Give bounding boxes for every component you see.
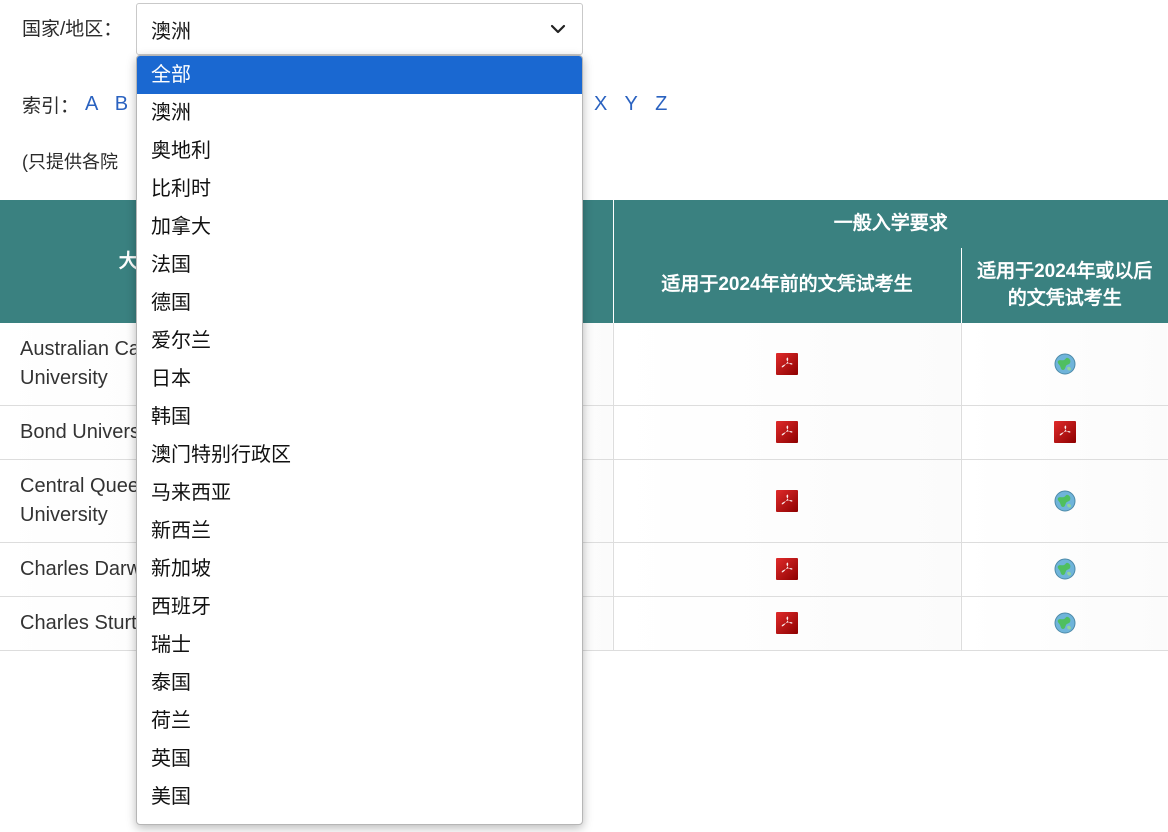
country-select[interactable]: 澳洲 [136, 3, 583, 55]
pdf-icon[interactable] [776, 557, 798, 581]
table-note: (只提供各院 [22, 152, 118, 172]
globe-icon[interactable] [1053, 352, 1077, 376]
pdf-icon[interactable] [1053, 420, 1076, 444]
cell-pre-2024[interactable] [613, 542, 962, 597]
globe-icon[interactable] [1053, 611, 1077, 635]
country-select-value: 澳洲 [151, 20, 191, 43]
cell-pre-2024[interactable] [613, 459, 962, 543]
dropdown-option[interactable]: 美国 [137, 778, 582, 816]
dropdown-option[interactable]: 瑞士 [137, 626, 582, 664]
index-label: 索引： [22, 95, 80, 117]
dropdown-option[interactable]: 爱尔兰 [137, 322, 582, 360]
dropdown-option[interactable]: 日本 [137, 360, 582, 398]
pdf-icon[interactable] [776, 352, 798, 376]
dropdown-option[interactable]: 新西兰 [137, 512, 582, 550]
dropdown-option[interactable]: 法国 [137, 246, 582, 284]
globe-icon[interactable] [1053, 489, 1077, 513]
cell-from-2024[interactable] [961, 596, 1168, 651]
dropdown-option[interactable]: 荷兰 [137, 702, 582, 740]
cell-from-2024[interactable] [961, 322, 1168, 406]
country-filter-label: 国家/地区： [22, 19, 123, 40]
th-from-2024: 适用于2024年或以后的文凭试考生 [960, 247, 1168, 323]
dropdown-option[interactable]: 新加坡 [137, 550, 582, 588]
chevron-down-icon[interactable] [548, 19, 568, 39]
index-letters-left[interactable]: A B [85, 93, 134, 116]
dropdown-option[interactable]: 澳洲 [137, 94, 582, 132]
dropdown-option[interactable]: 比利时 [137, 170, 582, 208]
dropdown-option[interactable]: 韩国 [137, 398, 582, 436]
th-pre-2024: 适用于2024年前的文凭试考生 [612, 247, 962, 323]
index-letters-right[interactable]: X Y Z [594, 93, 673, 116]
pdf-icon[interactable] [776, 611, 798, 635]
dropdown-option[interactable]: 西班牙 [137, 588, 582, 626]
dropdown-option[interactable]: 加拿大 [137, 208, 582, 246]
cell-pre-2024[interactable] [613, 405, 962, 460]
dropdown-option[interactable]: 泰国 [137, 664, 582, 702]
dropdown-option[interactable]: 奥地利 [137, 132, 582, 170]
country-filter-row: 国家/地区： 澳洲 [0, 0, 1168, 60]
cell-from-2024[interactable] [961, 459, 1168, 543]
th-general-requirements: 一般入学要求 [612, 200, 1168, 248]
country-dropdown-list[interactable]: 全部 澳洲 奥地利 比利时 加拿大 法国 德国 爱尔兰 日本 韩国 澳门特别行政… [136, 55, 583, 825]
cell-from-2024[interactable] [961, 405, 1168, 460]
dropdown-option[interactable]: 英国 [137, 740, 582, 778]
pdf-icon[interactable] [776, 489, 798, 513]
cell-from-2024[interactable] [961, 542, 1168, 597]
dropdown-option[interactable]: 全部 [137, 56, 582, 94]
pdf-icon[interactable] [776, 420, 798, 444]
cell-pre-2024[interactable] [613, 322, 962, 406]
dropdown-option[interactable]: 马来西亚 [137, 474, 582, 512]
dropdown-option[interactable]: 德国 [137, 284, 582, 322]
dropdown-option[interactable]: 澳门特别行政区 [137, 436, 582, 474]
cell-pre-2024[interactable] [613, 596, 962, 651]
globe-icon[interactable] [1053, 557, 1077, 581]
